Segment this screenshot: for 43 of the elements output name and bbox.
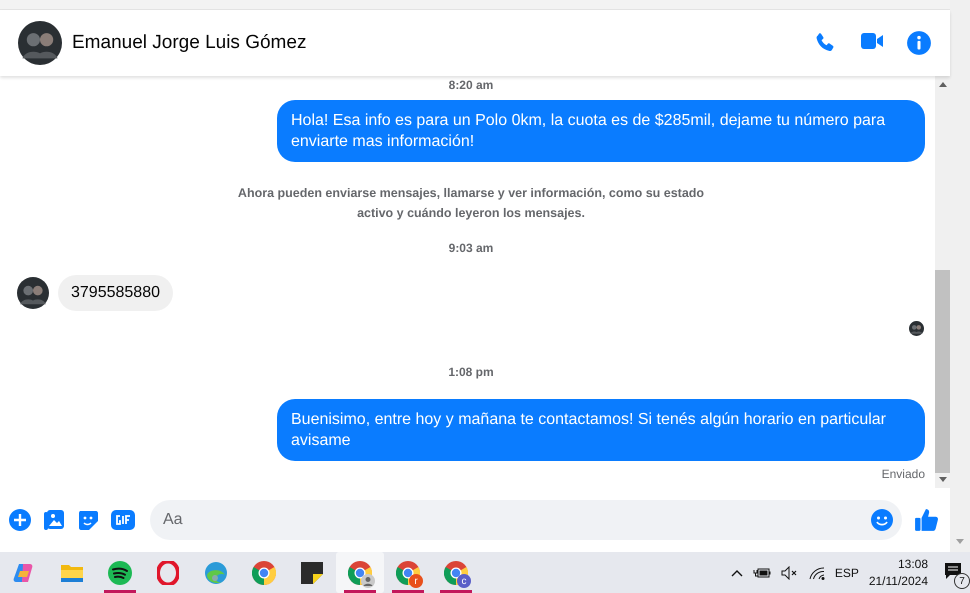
scrollbar-thumb[interactable] (935, 270, 950, 473)
clock-date[interactable]: 21/11/2024 (868, 572, 928, 590)
system-notice: Ahora pueden enviarse mensajes, llamarse y ver información, como su estado activo y cuándo leyeron los mensajes. (236, 185, 706, 222)
scroll-down-arrow-icon[interactable] (938, 477, 946, 482)
taskbar-app-button[interactable]: c (432, 552, 480, 593)
muted-speaker-icon[interactable] (780, 566, 799, 580)
info-icon[interactable] (906, 30, 932, 56)
sticky-note-icon[interactable] (301, 562, 323, 584)
notification-count: 7 (954, 573, 970, 589)
message-timestamp: 8:20 am (448, 78, 494, 92)
gif-icon[interactable] (111, 508, 135, 530)
sent-message-bubble[interactable]: Hola! Esa info es para un Polo 0km, la cuota es de $285mil, dejame tu número para enviarte mas información! (277, 100, 925, 162)
profile-badge: r (409, 574, 423, 588)
chrome-icon[interactable] (252, 560, 276, 584)
profile-avatar-icon (361, 574, 375, 588)
sender-avatar-icon (17, 277, 49, 309)
emoji-icon[interactable] (871, 508, 893, 530)
received-message-bubble[interactable]: 3795585880 (58, 275, 173, 311)
profile-badge: c (457, 574, 471, 588)
image-icon[interactable] (43, 508, 65, 530)
contact-name[interactable]: Emanuel Jorge Luis Gómez (72, 32, 812, 54)
scroll-down-arrow-icon[interactable] (956, 539, 964, 544)
taskbar-app-button[interactable]: r (384, 552, 432, 593)
spotify-icon[interactable] (108, 560, 132, 584)
clock-time[interactable]: 13:08 (898, 556, 928, 572)
thumbs-up-icon[interactable] (914, 506, 940, 532)
contact-avatar-icon (18, 21, 62, 65)
sent-message-bubble[interactable]: Buenisimo, entre hoy y mañana te contactamos! Si tenés algún horario en particular avisame (277, 399, 925, 461)
chevron-up-icon[interactable] (730, 568, 743, 576)
wifi-icon[interactable] (808, 566, 825, 580)
scroll-up-arrow-icon[interactable] (938, 82, 946, 87)
sticker-icon[interactable] (77, 508, 99, 530)
add-icon[interactable] (9, 508, 31, 530)
language-indicator[interactable]: ESP (834, 566, 859, 580)
message-timestamp: 1:08 pm (448, 365, 494, 379)
message-input-field[interactable]: Aa (150, 500, 902, 540)
opera-icon[interactable] (157, 560, 179, 584)
delivery-status: Enviado (882, 467, 925, 481)
video-camera-icon[interactable] (860, 30, 884, 52)
seen-avatar-icon (909, 321, 924, 336)
battery-plug-icon[interactable] (752, 566, 771, 578)
edge-icon[interactable] (204, 560, 228, 584)
message-timestamp: 9:03 am (448, 241, 494, 255)
